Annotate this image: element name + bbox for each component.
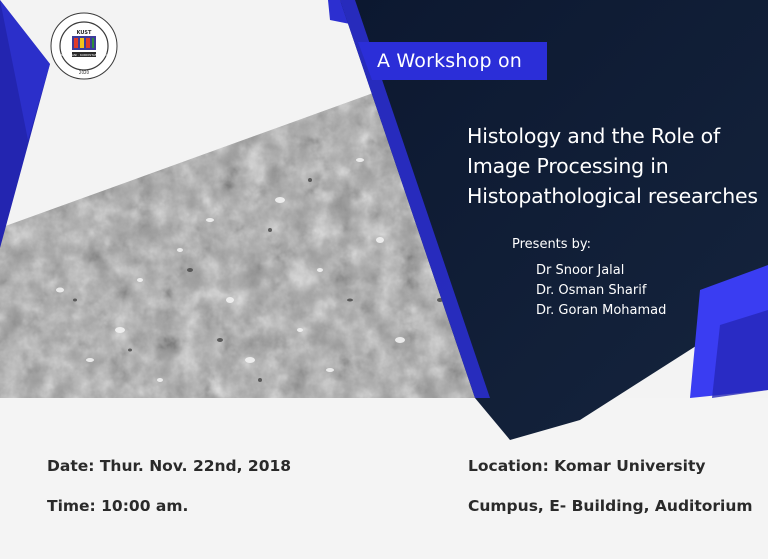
workshop-flyer: KUST SULEIMANI · KURDISTAN · IRAQ 2020 A… bbox=[0, 0, 768, 559]
presents-label: Presents by: bbox=[512, 237, 592, 252]
presenter-name: Dr. Goran Mohamad bbox=[536, 303, 667, 318]
event-date: Date: Thur. Nov. 22nd, 2018 bbox=[47, 457, 292, 475]
title-line: Image Processing in bbox=[467, 154, 669, 178]
university-seal-logo: KUST SULEIMANI · KURDISTAN · IRAQ 2020 bbox=[50, 12, 118, 80]
logo-lower-text: SULEIMANI · KURDISTAN · IRAQ bbox=[61, 53, 108, 57]
event-location: Location: Komar University bbox=[468, 457, 706, 475]
event-venue: Cumpus, E- Building, Auditorium bbox=[468, 497, 753, 515]
event-time: Time: 10:00 am. bbox=[47, 497, 189, 515]
workshop-title: Histology and the Role of Image Processi… bbox=[467, 121, 762, 211]
logo-center-text: KUST bbox=[77, 30, 92, 36]
presenter-name: Dr Snoor Jalal bbox=[536, 263, 625, 278]
title-line: Histology and the Role of bbox=[467, 124, 720, 148]
workshop-banner: A Workshop on bbox=[376, 50, 523, 72]
logo-year: 2020 bbox=[79, 70, 90, 75]
title-line: Histopathological researches bbox=[467, 184, 758, 208]
footer-band bbox=[0, 398, 768, 559]
presenter-name: Dr. Osman Sharif bbox=[536, 283, 647, 298]
presenter-list: Dr Snoor Jalal Dr. Osman Sharif Dr. Gora… bbox=[536, 261, 666, 321]
